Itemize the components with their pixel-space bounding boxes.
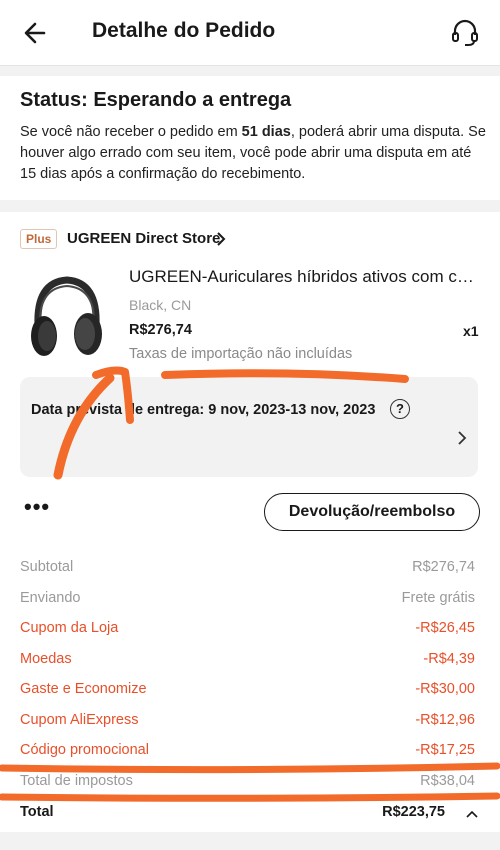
summary-row-subtotal: Subtotal R$276,74 (20, 559, 475, 581)
total-value: R$223,75 (382, 804, 445, 820)
summary-label: Gaste e Economize (20, 681, 147, 697)
product-title[interactable]: UGREEN-Auriculares híbridos ativos com c… (129, 267, 479, 287)
summary-value: -R$12,96 (415, 712, 475, 728)
return-refund-button[interactable]: Devolução/reembolso (264, 493, 480, 531)
status-title: Status: Esperando a entrega (20, 89, 292, 111)
status-desc-start: Se você não receber o pedido em (20, 124, 242, 140)
summary-value: Frete grátis (401, 590, 475, 606)
summary-row-aliexpress-coupon: Cupom AliExpress -R$12,96 (20, 712, 475, 734)
product-quantity: x1 (463, 323, 479, 339)
chevron-right-icon[interactable] (215, 231, 227, 247)
order-card: Plus UGREEN Direct Store UGREEN-Auricula… (0, 212, 500, 832)
headset-icon[interactable] (448, 16, 482, 50)
summary-row-promo-code: Código promocional -R$17,25 (20, 742, 475, 764)
summary-row-shipping: Enviando Frete grátis (20, 590, 475, 612)
import-tax-note: Taxas de importação não incluídas (129, 346, 353, 362)
summary-value: R$276,74 (412, 559, 475, 575)
delivery-estimate-box[interactable]: Data prevista de entrega: 9 nov, 2023-13… (20, 377, 478, 477)
summary-value: -R$17,25 (415, 742, 475, 758)
summary-value: -R$4,39 (423, 651, 475, 667)
summary-value: -R$30,00 (415, 681, 475, 697)
summary-value: R$38,04 (420, 773, 475, 789)
product-variant: Black, CN (129, 297, 192, 313)
summary-label: Cupom AliExpress (20, 712, 139, 728)
summary-row-store-coupon: Cupom da Loja -R$26,45 (20, 620, 475, 642)
store-name[interactable]: UGREEN Direct Store (67, 230, 220, 247)
status-description: Se você não receber o pedido em 51 dias,… (20, 122, 490, 185)
arrow-left-icon[interactable] (18, 16, 54, 50)
summary-row-taxes: Total de impostos R$38,04 (20, 773, 475, 795)
summary-label: Total (20, 804, 54, 820)
app-header: Detalhe do Pedido (0, 0, 500, 66)
summary-row-total[interactable]: Total R$223,75 (20, 804, 445, 826)
chevron-right-icon[interactable] (457, 431, 467, 445)
help-icon[interactable]: ? (390, 399, 410, 419)
summary-label: Moedas (20, 651, 72, 667)
summary-value: -R$26,45 (415, 620, 475, 636)
product-price: R$276,74 (129, 322, 192, 338)
summary-label: Cupom da Loja (20, 620, 119, 636)
more-options-button[interactable]: ••• (24, 496, 50, 518)
chevron-up-icon[interactable] (466, 809, 478, 819)
headphones-image[interactable] (24, 266, 110, 366)
plus-badge: Plus (20, 229, 58, 249)
status-card: Status: Esperando a entrega Se você não … (0, 76, 500, 200)
page-title: Detalhe do Pedido (92, 19, 276, 42)
status-days: 51 dias (241, 124, 291, 140)
summary-row-spend-save: Gaste e Economize -R$30,00 (20, 681, 475, 703)
summary-label: Subtotal (20, 559, 74, 575)
delivery-estimate: Data prevista de entrega: 9 nov, 2023-13… (31, 402, 376, 418)
summary-row-coins: Moedas -R$4,39 (20, 651, 475, 673)
summary-label: Código promocional (20, 742, 149, 758)
summary-label: Enviando (20, 590, 81, 606)
summary-label: Total de impostos (20, 773, 133, 789)
